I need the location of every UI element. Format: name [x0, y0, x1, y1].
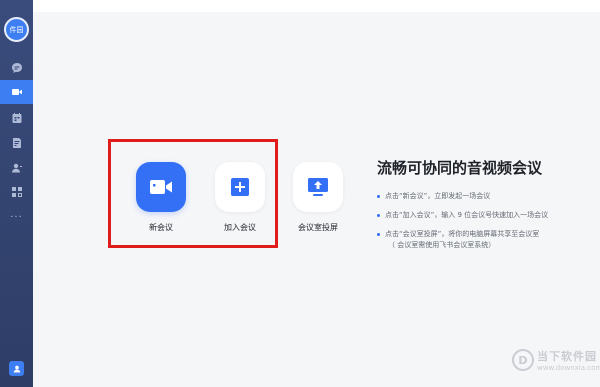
apps-icon [11, 187, 22, 197]
avatar[interactable]: 件园 [4, 17, 29, 42]
highlight-annotation [108, 139, 278, 248]
video-icon [11, 89, 22, 95]
watermark-name: 当下软件园 [537, 350, 597, 363]
page-title: 流畅可协同的音视频会议 [377, 159, 543, 177]
calendar-icon [12, 113, 21, 123]
sidebar-profile-button[interactable] [9, 361, 24, 376]
screen-share-icon [308, 178, 328, 196]
sidebar: 件园 ··· [0, 0, 33, 387]
tip-join-meeting: 点击“加入会议”，输入 9 位会议号快速加入一场会议 [377, 210, 548, 221]
tips-list: 点击“新会议”，立即发起一场会议 点击“加入会议”，输入 9 位会议号快速加入一… [377, 191, 548, 259]
watermark: D 当下软件园 www.downxia.com [512, 348, 600, 372]
watermark-url: www.downxia.com [537, 364, 600, 372]
sidebar-item-contacts[interactable] [0, 156, 33, 180]
sidebar-item-messages[interactable] [0, 56, 33, 80]
tip-text: 点击“会议室投屏”，将你的电脑屏幕共享至会议室 [385, 230, 540, 238]
watermark-logo-icon: D [512, 349, 534, 371]
profile-icon [13, 365, 20, 372]
sidebar-item-docs[interactable] [0, 131, 33, 155]
document-icon [12, 138, 21, 148]
tip-room-share: 点击“会议室投屏”，将你的电脑屏幕共享至会议室 （ 会议室需使用飞书会议室系统） [377, 229, 548, 251]
tip-text: 点击“新会议”，立即发起一场会议 [385, 192, 491, 200]
contacts-icon [11, 163, 22, 173]
watermark-text: 当下软件园 www.downxia.com [537, 348, 600, 372]
sidebar-item-meetings[interactable] [0, 80, 33, 104]
chat-icon [11, 63, 22, 73]
room-share-tile[interactable] [293, 162, 343, 212]
top-bar [33, 0, 600, 12]
tip-subtext: （ 会议室需使用飞书会议室系统） [388, 241, 496, 249]
tip-text: 点击“加入会议”，输入 9 位会议号快速加入一场会议 [385, 211, 549, 219]
room-share-label: 会议室投屏 [298, 223, 338, 232]
room-share-button[interactable]: 会议室投屏 [283, 162, 353, 233]
tip-new-meeting: 点击“新会议”，立即发起一场会议 [377, 191, 548, 202]
sidebar-item-calendar[interactable] [0, 106, 33, 130]
sidebar-item-apps[interactable] [0, 180, 33, 204]
more-icon[interactable]: ··· [0, 205, 33, 229]
